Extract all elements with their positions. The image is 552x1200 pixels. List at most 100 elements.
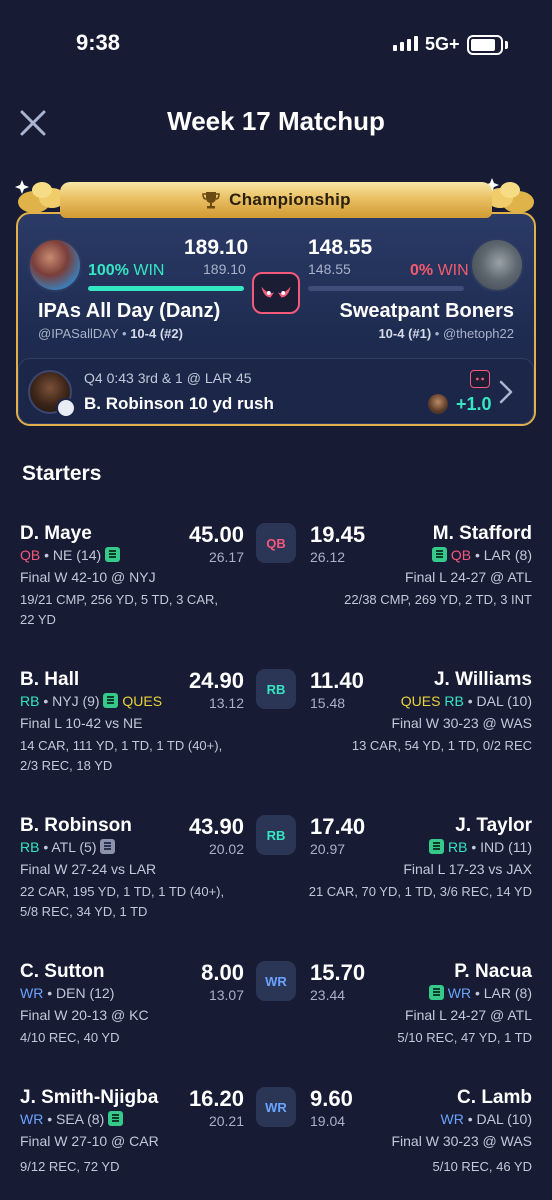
left-player-stats: 9/12 REC, 72 YD (20, 1159, 120, 1174)
left-player-stats-cont: 2/3 REC, 18 YD (20, 758, 113, 773)
right-player-position: WR • DAL (10) (440, 1111, 532, 1127)
left-player-name[interactable]: D. Maye (20, 523, 92, 545)
right-player-stats: 5/10 REC, 46 YD (432, 1159, 532, 1174)
last-play-description: B. Robinson 10 yd rush (84, 394, 274, 413)
left-player-projected: 13.12 (208, 695, 244, 711)
right-player-name[interactable]: J. Williams (434, 669, 532, 691)
starters-heading: Starters (22, 462, 102, 485)
left-player-stats: 22 CAR, 195 YD, 1 TD, 1 TD (40+), (20, 884, 225, 899)
right-player-name[interactable]: M. Stafford (433, 523, 532, 545)
slot-badge-wr: WR (256, 1087, 296, 1127)
right-player-points: 9.60 (310, 1086, 353, 1111)
news-icon[interactable] (429, 839, 445, 854)
mini-owner-avatar (428, 394, 448, 414)
network-label: 5G+ (425, 34, 460, 54)
slot-badge-qb: QB (256, 523, 296, 563)
slot-badge-rb: RB (256, 669, 296, 709)
left-team-meta: @IPASallDAY • 10-4 (#2) (38, 326, 183, 341)
right-team-meta: 10-4 (#1) • @thetoph22 (378, 326, 514, 341)
battery-icon (467, 35, 503, 55)
right-player-position: RB • IND (11) (429, 839, 532, 855)
left-player-stats: 14 CAR, 111 YD, 1 TD, 1 TD (40+), (20, 738, 223, 753)
right-team-score: 148.55 (308, 236, 373, 259)
right-player-stats: 13 CAR, 54 YD, 1 TD, 0/2 REC (351, 738, 532, 753)
right-player-name[interactable]: P. Nacua (454, 961, 532, 983)
left-team-projected: 189.10 (203, 261, 246, 277)
left-player-projected: 20.21 (208, 1113, 244, 1129)
left-player-position: QB • NE (14) (20, 547, 121, 563)
right-player-position: WR • LAR (8) (428, 985, 532, 1001)
left-player-name[interactable]: C. Sutton (20, 961, 104, 983)
left-player-points: 8.00 (201, 960, 244, 985)
right-player-game: Final L 17-23 vs JAX (403, 861, 532, 877)
right-player-game: Final W 30-23 @ WAS (391, 715, 532, 731)
left-player-stats: 19/21 CMP, 256 YD, 5 TD, 3 CAR, (20, 592, 218, 607)
right-player-stats: 22/38 CMP, 269 YD, 2 TD, 3 INT (344, 592, 532, 607)
left-player-stats-cont: 5/8 REC, 34 YD, 1 TD (20, 904, 148, 919)
left-team-avatar[interactable] (28, 238, 82, 292)
left-player-points: 16.20 (188, 1086, 244, 1111)
left-win-label: WIN (133, 262, 165, 279)
championship-label: Championship (229, 190, 351, 209)
right-team-name[interactable]: Sweatpant Boners (340, 300, 514, 323)
left-player-game: Final W 42-10 @ NYJ (20, 569, 156, 585)
status-badge: QUES (400, 693, 441, 709)
right-team-handle: @thetoph22 (442, 326, 514, 341)
signal-icon (393, 36, 418, 51)
right-player-position: QB • LAR (8) (431, 547, 532, 563)
news-icon[interactable] (100, 839, 116, 854)
championship-banner: Championship (60, 182, 492, 218)
left-player-points: 24.90 (188, 668, 244, 693)
left-player-game: Final W 27-24 vs LAR (20, 861, 157, 877)
left-player-name[interactable]: J. Smith-Njigba (20, 1087, 158, 1109)
left-player-projected: 20.02 (208, 841, 244, 857)
left-player-game: Final W 27-10 @ CAR (20, 1133, 159, 1149)
left-team-score: 189.10 (184, 236, 249, 259)
left-player-name[interactable]: B. Robinson (20, 815, 132, 837)
right-win-pct-value: 0% (410, 262, 434, 279)
right-team-record: 10-4 (#1) (378, 326, 432, 341)
left-player-points: 45.00 (188, 522, 244, 547)
right-player-name[interactable]: J. Taylor (455, 815, 532, 837)
right-player-projected: 20.97 (310, 841, 346, 857)
right-player-stats: 5/10 REC, 47 YD, 1 TD (397, 1030, 532, 1045)
right-team-projected: 148.55 (308, 261, 351, 277)
right-player-name[interactable]: C. Lamb (457, 1087, 532, 1109)
battery-tip (505, 41, 508, 49)
right-team-avatar[interactable] (470, 238, 524, 292)
right-win-label: WIN (437, 262, 469, 279)
news-icon[interactable] (428, 985, 444, 1000)
left-player-game: Final W 20-13 @ KC (20, 1007, 149, 1023)
left-team-handle: @IPASallDAY (38, 326, 119, 341)
right-win-bar (308, 286, 464, 291)
left-player-position: RB • NYJ (9) QUES (20, 693, 163, 709)
right-player-points: 15.70 (310, 960, 366, 985)
right-player-game: Final L 24-27 @ ATL (404, 1007, 532, 1023)
right-player-projected: 19.04 (310, 1113, 346, 1129)
left-team-win-pct: 100% WIN (88, 262, 164, 280)
left-win-bar (88, 286, 244, 291)
chevron-right-icon[interactable] (498, 379, 514, 405)
right-player-game: Final L 24-27 @ ATL (404, 569, 532, 585)
left-player-position: WR • SEA (8) (20, 1111, 124, 1127)
left-team-name[interactable]: IPAs All Day (Danz) (38, 300, 220, 323)
last-play-situation: Q4 0:43 3rd & 1 @ LAR 45 (84, 370, 252, 386)
status-time: 9:38 (76, 30, 121, 55)
right-player-points: 11.40 (310, 668, 364, 693)
right-team-win-pct: 0% WIN (410, 262, 469, 280)
news-icon[interactable] (105, 547, 121, 562)
news-icon[interactable] (103, 693, 119, 708)
slot-badge-rb: RB (256, 815, 296, 855)
left-win-pct-value: 100% (88, 262, 129, 279)
left-player-points: 43.90 (188, 814, 244, 839)
news-icon[interactable] (431, 547, 447, 562)
left-player-stats-cont: 22 YD (20, 612, 56, 627)
mini-logo-icon (470, 370, 490, 388)
left-player-position: WR • DEN (12) (20, 985, 115, 1001)
left-player-name[interactable]: B. Hall (20, 669, 79, 691)
left-player-stats: 4/10 REC, 40 YD (20, 1030, 120, 1045)
team-badge-icon (56, 398, 76, 418)
news-icon[interactable] (108, 1111, 124, 1126)
left-player-projected: 26.17 (208, 549, 244, 565)
right-player-projected: 23.44 (310, 987, 346, 1003)
